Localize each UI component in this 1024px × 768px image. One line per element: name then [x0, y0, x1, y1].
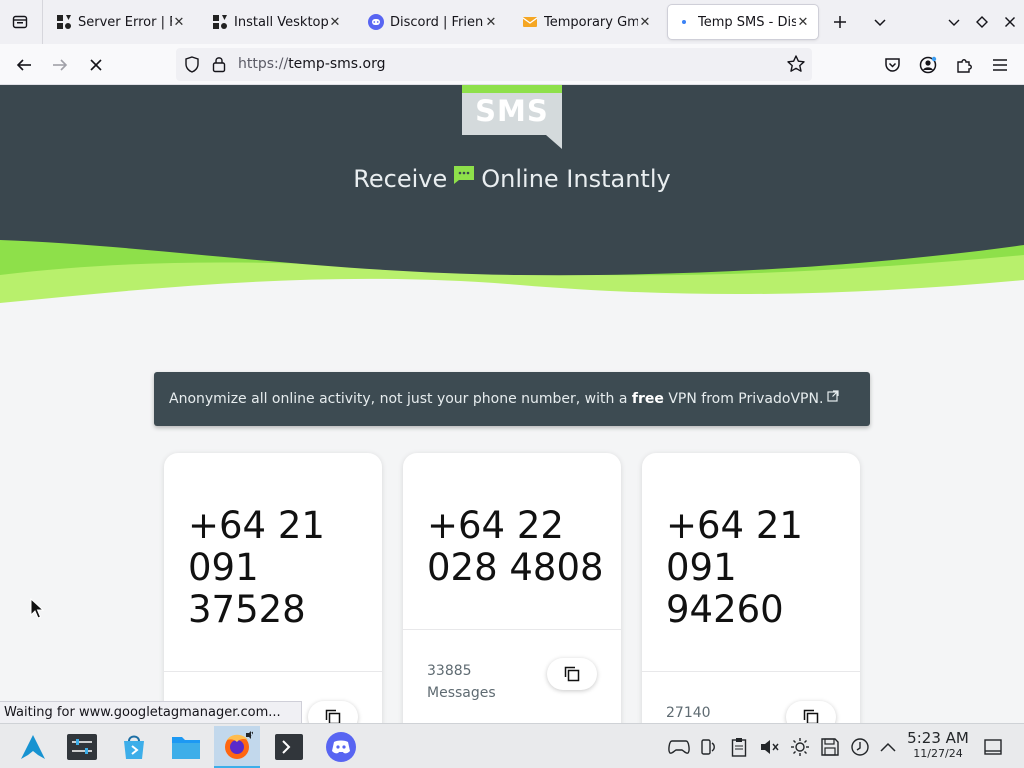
vpn-text-free: free [631, 391, 664, 407]
tab-temp-sms[interactable]: Temp SMS - Dis ✕ [668, 5, 818, 39]
list-all-tabs-icon[interactable] [866, 8, 894, 36]
firefox-icon[interactable] [214, 726, 260, 768]
close-tab-icon[interactable]: ✕ [172, 15, 186, 30]
tab-install-vesktop[interactable]: Install Vesktop ✕ [204, 5, 350, 39]
tab-discord[interactable]: Discord | Frien ✕ [360, 5, 506, 39]
tracking-protection-shield-icon[interactable] [184, 56, 200, 77]
close-tab-icon[interactable]: ✕ [796, 15, 810, 30]
tab-separator [42, 0, 43, 44]
brightness-icon[interactable] [789, 736, 811, 758]
tab-title: Discord | Frien [390, 14, 484, 30]
tagline: Receive Online Instantly [0, 163, 1024, 193]
web-page: SMS Receive Online Instantly Anonymize al… [0, 85, 1024, 723]
navigation-toolbar: https://temp-sms.org [0, 44, 1024, 85]
firefox-view-icon[interactable] [6, 8, 34, 36]
store-icon[interactable] [111, 726, 157, 768]
discord-icon [368, 14, 384, 30]
phone-number[interactable]: +64 21 091 37528 [188, 505, 368, 631]
copy-icon [325, 709, 341, 723]
extensions-puzzle-icon[interactable] [949, 50, 979, 80]
sms-logo: SMS [462, 85, 562, 149]
copy-icon [803, 709, 819, 723]
tagline-online-instantly: Online Instantly [481, 165, 671, 193]
stop-loading-icon[interactable] [81, 50, 111, 80]
system-taskbar: 5:23 AM 11/27/24 [0, 723, 1024, 768]
messages-label: Messages [427, 685, 496, 701]
close-tab-icon[interactable]: ✕ [484, 15, 498, 30]
tab-server-error[interactable]: Server Error | F ✕ [48, 5, 194, 39]
tab-strip: Server Error | F ✕ Install Vesktop ✕ Dis… [0, 0, 1024, 44]
clipboard-icon[interactable] [728, 736, 750, 758]
new-tab-icon[interactable] [826, 8, 854, 36]
copy-icon [564, 666, 580, 682]
chat-bubble-icon [453, 163, 475, 191]
url-host: temp-sms.org [288, 56, 386, 72]
vpn-link[interactable]: VPN from PrivadoVPN. [664, 391, 823, 407]
tab-title: Server Error | F [78, 14, 172, 30]
address-bar[interactable]: https://temp-sms.org [176, 48, 812, 81]
account-icon[interactable] [913, 50, 943, 80]
messages-count: 33885 [427, 663, 472, 679]
file-manager-icon[interactable] [163, 726, 209, 768]
update-status-icon[interactable] [849, 736, 871, 758]
vpn-promo-banner[interactable]: Anonymize all online activity, not just … [154, 372, 870, 426]
arch-launcher-icon[interactable] [10, 726, 56, 768]
save-disk-icon[interactable] [819, 736, 841, 758]
minimize-window-icon[interactable] [940, 8, 968, 36]
forward-arrow-icon[interactable] [45, 50, 75, 80]
url-text[interactable]: https://temp-sms.org [238, 56, 386, 72]
phone-number[interactable]: +64 21 091 94260 [666, 505, 846, 631]
bolt-app-icon [212, 14, 228, 30]
number-card[interactable]: +64 21 091 94260 27140 [642, 453, 860, 723]
mail-icon [522, 14, 538, 30]
bookmark-star-icon[interactable] [786, 54, 806, 78]
number-card[interactable]: +64 21 091 37528 [164, 453, 382, 723]
external-link-icon [827, 390, 840, 406]
close-window-icon[interactable] [996, 8, 1024, 36]
tab-title: Temp SMS - Dis [698, 14, 796, 30]
card-divider [164, 671, 382, 672]
mixer-settings-icon[interactable] [59, 726, 105, 768]
card-divider [642, 671, 860, 672]
phone-number[interactable]: +64 22 028 4808 [427, 505, 607, 589]
copy-button[interactable] [547, 658, 597, 690]
hamburger-menu-icon[interactable] [985, 50, 1015, 80]
close-tab-icon[interactable]: ✕ [638, 15, 652, 30]
kde-connect-icon[interactable] [698, 736, 720, 758]
mouse-cursor-icon [30, 597, 45, 624]
back-arrow-icon[interactable] [9, 50, 39, 80]
clock-date: 11/27/24 [913, 747, 963, 760]
game-controller-icon[interactable] [668, 736, 690, 758]
pocket-icon[interactable] [877, 50, 907, 80]
tab-title: Install Vesktop [234, 14, 328, 30]
loading-status-tooltip: Waiting for www.googletagmanager.com... [0, 701, 302, 725]
tab-title: Temporary Gm [544, 14, 638, 30]
tab-temporary-gmail[interactable]: Temporary Gm ✕ [514, 5, 660, 39]
sms-logo-text: SMS [475, 94, 549, 128]
discord-icon[interactable] [318, 726, 364, 768]
maximize-window-icon[interactable] [968, 8, 996, 36]
show-desktop-icon[interactable] [982, 736, 1004, 758]
bolt-app-icon [56, 14, 72, 30]
copy-button[interactable] [308, 701, 358, 723]
card-divider [403, 629, 621, 630]
lock-icon[interactable] [211, 55, 227, 77]
loading-dot-icon [676, 14, 692, 30]
terminal-icon[interactable] [266, 726, 312, 768]
close-tab-icon[interactable]: ✕ [328, 15, 342, 30]
system-clock[interactable]: 5:23 AM 11/27/24 [904, 729, 972, 761]
volume-muted-icon[interactable] [758, 736, 780, 758]
copy-button[interactable] [786, 701, 836, 723]
clock-time: 5:23 AM [907, 729, 969, 747]
tagline-receive: Receive [353, 165, 448, 193]
show-hidden-icons-chevron-icon[interactable] [877, 736, 899, 758]
vpn-text-before: Anonymize all online activity, not just … [169, 391, 632, 407]
messages-count: 27140 [666, 705, 711, 721]
url-scheme: https:// [238, 56, 289, 72]
number-card[interactable]: +64 22 028 4808 33885 Messages [403, 453, 621, 723]
hero-banner: SMS Receive Online Instantly [0, 85, 1024, 315]
